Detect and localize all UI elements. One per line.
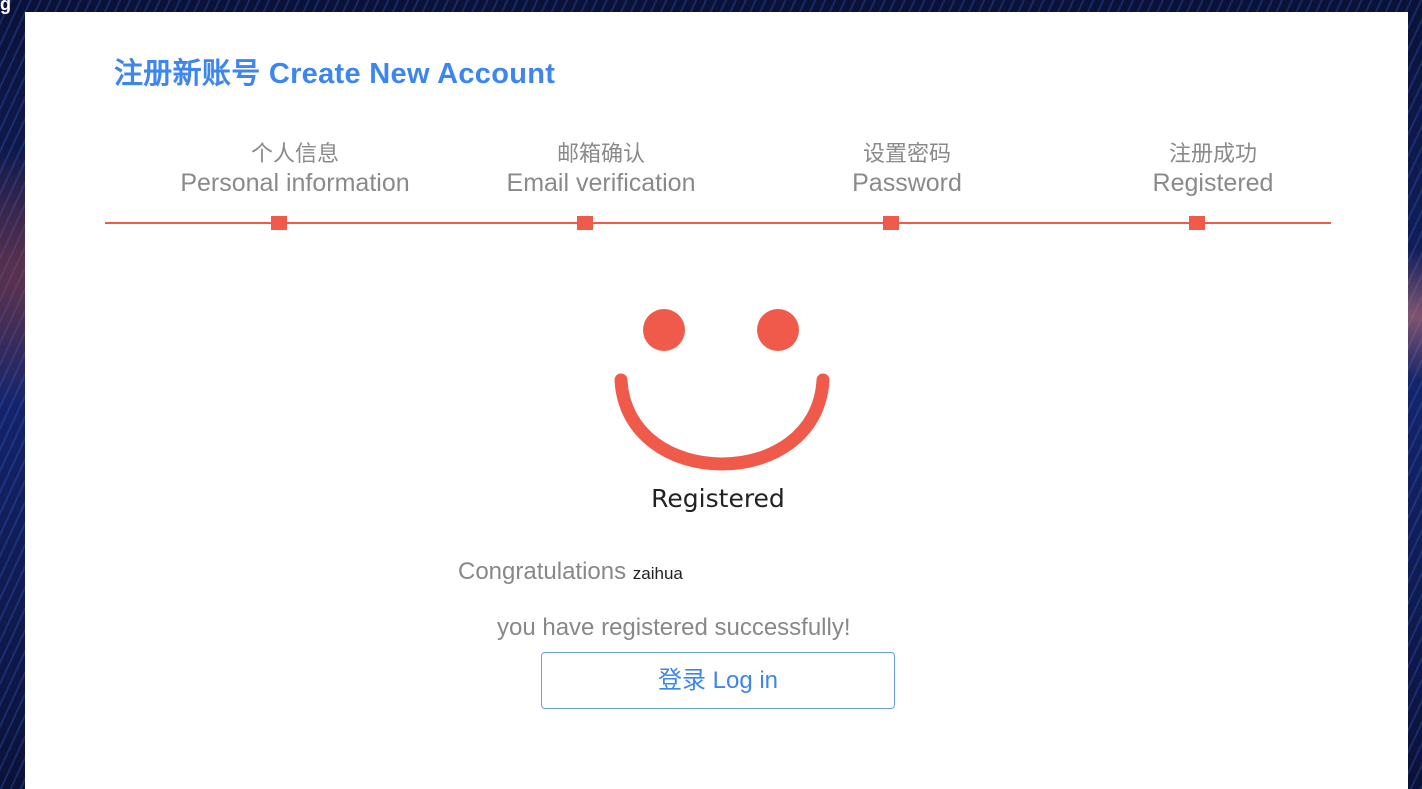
step-marker <box>271 216 287 230</box>
step-label-en: Password <box>852 169 962 197</box>
background-caption: g <box>0 0 11 14</box>
congratulations-prefix: Congratulations <box>458 558 627 585</box>
status-text: Registered <box>651 484 785 513</box>
step-label-cn: 个人信息 <box>250 141 339 166</box>
page-title: 注册新账号 Create New Account <box>114 58 556 90</box>
step-password: 设置密码 Password <box>754 140 1060 198</box>
registration-card: 注册新账号 Create New Account 个人信息 Personal i… <box>25 12 1408 789</box>
step-label-cn: 设置密码 <box>862 141 951 166</box>
login-button[interactable]: 登录 Log in <box>541 652 895 709</box>
step-marker <box>883 216 899 230</box>
username: zaihua <box>632 564 683 583</box>
step-label-cn: 邮箱确认 <box>556 141 645 166</box>
step-marker <box>577 216 593 230</box>
progress-steps: 个人信息 Personal information 邮箱确认 Email ver… <box>105 140 1331 240</box>
step-personal-information: 个人信息 Personal information <box>142 140 448 198</box>
step-label-cn: 注册成功 <box>1168 141 1257 166</box>
congratulations-line: Congratulations zaihua <box>458 558 683 586</box>
step-email-verification: 邮箱确认 Email verification <box>448 140 754 198</box>
step-marker <box>1189 216 1205 230</box>
step-label-en: Email verification <box>506 169 696 197</box>
step-label-en: Personal information <box>180 169 410 197</box>
smiley-icon <box>614 309 830 471</box>
success-message: you have registered successfully! <box>497 614 851 641</box>
progress-line <box>105 222 1331 224</box>
step-registered: 注册成功 Registered <box>1060 140 1366 198</box>
step-label-en: Registered <box>1152 169 1274 197</box>
